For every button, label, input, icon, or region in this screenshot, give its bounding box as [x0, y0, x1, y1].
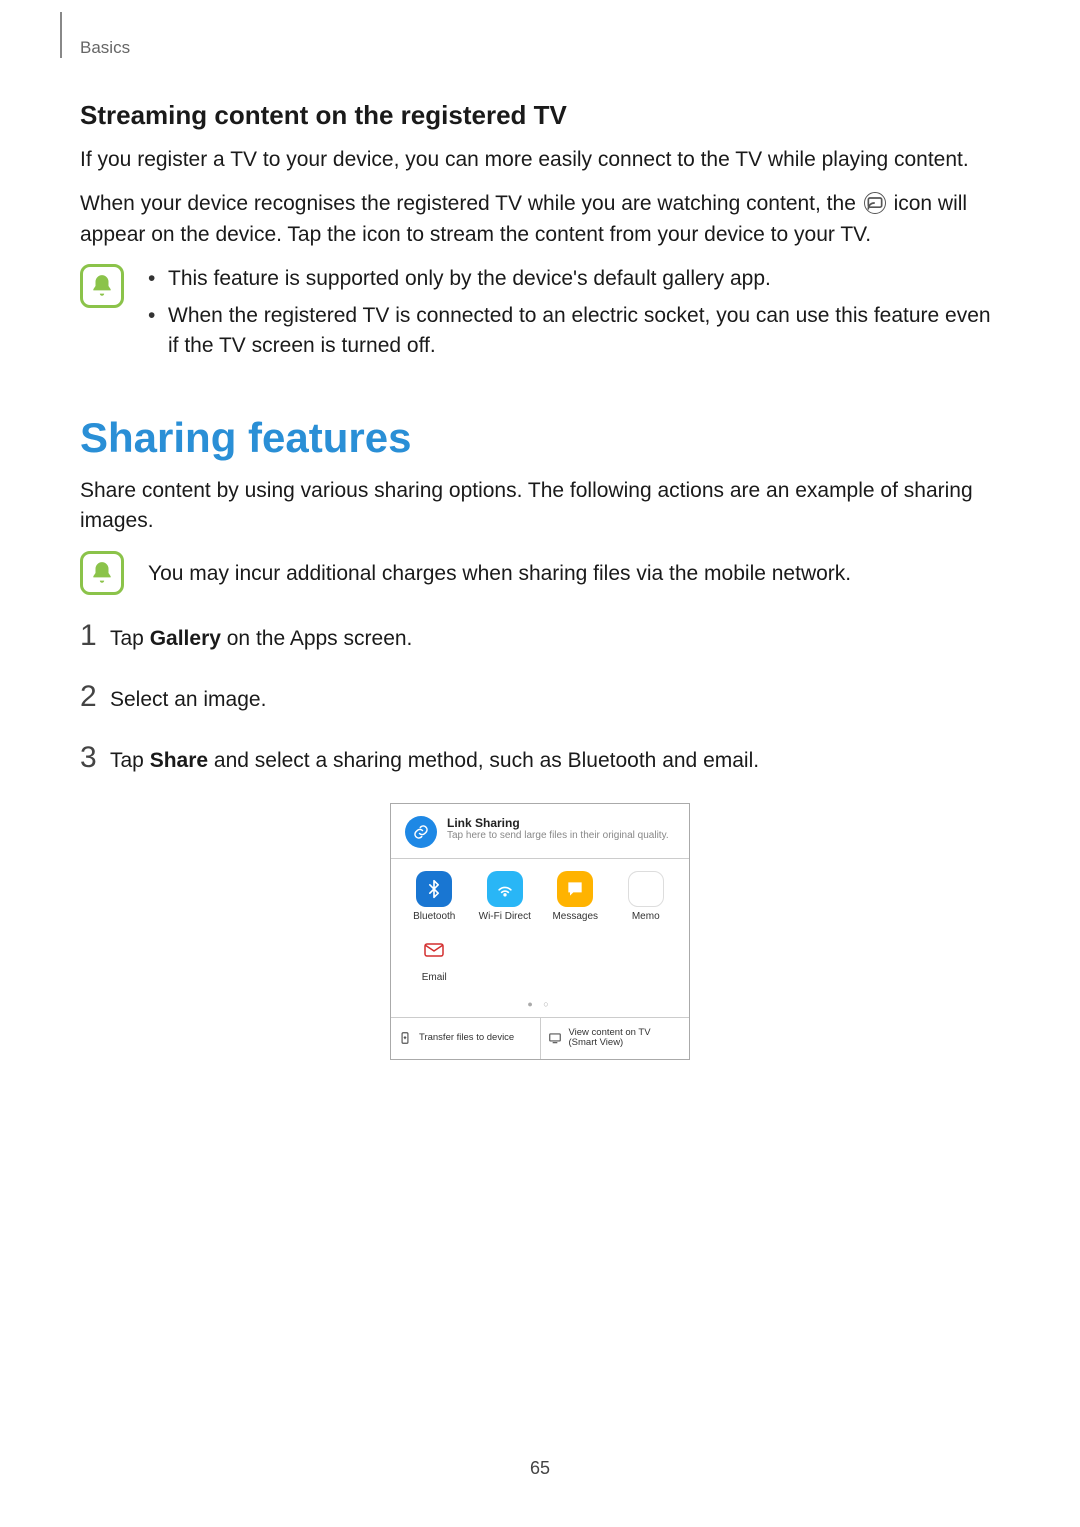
- step-2: 2 Select an image.: [80, 680, 1000, 715]
- share-grid: Bluetooth Wi-Fi Direct Messages Memo: [391, 859, 689, 997]
- email-icon: [416, 932, 452, 968]
- link-sharing-title: Link Sharing: [447, 816, 669, 830]
- paragraph-register-tv: If you register a TV to your device, you…: [80, 145, 1000, 175]
- step-number: 1: [80, 619, 110, 653]
- share-option-memo[interactable]: Memo: [611, 871, 682, 922]
- note-block-gallery: This feature is supported only by the de…: [80, 264, 1000, 367]
- smart-view-button[interactable]: View content on TV (Smart View): [540, 1018, 690, 1059]
- note-item-socket: When the registered TV is connected to a…: [148, 301, 1000, 362]
- share-bottom-row: Transfer files to device View content on…: [391, 1017, 689, 1059]
- share-label: Memo: [611, 911, 682, 922]
- step-3: 3 Tap Share and select a sharing method,…: [80, 741, 1000, 776]
- share-label: Email: [399, 972, 470, 983]
- step-3-pre: Tap: [110, 749, 150, 772]
- page-content: Basics Streaming content on the register…: [0, 0, 1080, 1060]
- share-label: Bluetooth: [399, 911, 470, 922]
- step-1-text: Tap Gallery on the Apps screen.: [110, 624, 412, 654]
- smart-view-label-2: (Smart View): [569, 1038, 651, 1048]
- step-1: 1 Tap Gallery on the Apps screen.: [80, 619, 1000, 654]
- transfer-files-button[interactable]: Transfer files to device: [391, 1018, 540, 1059]
- share-label: Messages: [540, 911, 611, 922]
- subheading-streaming: Streaming content on the registered TV: [80, 100, 1000, 131]
- note-block-charges: You may incur additional charges when sh…: [80, 551, 1000, 595]
- paragraph-icon-appear: When your device recognises the register…: [80, 189, 1000, 250]
- share-link-sharing-row[interactable]: Link Sharing Tap here to send large file…: [391, 804, 689, 859]
- steps-list: 1 Tap Gallery on the Apps screen. 2 Sele…: [80, 619, 1000, 777]
- breadcrumb: Basics: [80, 38, 1000, 58]
- memo-icon: [628, 871, 664, 907]
- cast-icon: [864, 192, 886, 214]
- step-1-bold: Gallery: [150, 627, 221, 650]
- share-option-email[interactable]: Email: [399, 932, 470, 983]
- share-option-messages[interactable]: Messages: [540, 871, 611, 922]
- step-number: 2: [80, 680, 110, 714]
- tv-icon: [547, 1031, 563, 1045]
- heading-sharing-features: Sharing features: [80, 414, 1000, 462]
- share-label: Wi-Fi Direct: [470, 911, 541, 922]
- wifi-icon: [487, 871, 523, 907]
- share-option-bluetooth[interactable]: Bluetooth: [399, 871, 470, 922]
- paragraph-sharing-intro: Share content by using various sharing o…: [80, 476, 1000, 537]
- page-number: 65: [0, 1458, 1080, 1479]
- link-sharing-sub: Tap here to send large files in their or…: [447, 830, 669, 842]
- device-icon: [397, 1031, 413, 1045]
- link-icon: [405, 816, 437, 848]
- share-option-wifi-direct[interactable]: Wi-Fi Direct: [470, 871, 541, 922]
- step-number: 3: [80, 741, 110, 775]
- header-divider: [60, 12, 62, 58]
- page-dots: ● ○: [391, 997, 689, 1017]
- note-charges: You may incur additional charges when sh…: [148, 551, 1000, 589]
- note-item-gallery: This feature is supported only by the de…: [148, 264, 1000, 294]
- share-panel-figure: Link Sharing Tap here to send large file…: [390, 803, 690, 1060]
- step-2-text: Select an image.: [110, 685, 266, 715]
- bell-icon: [80, 551, 124, 595]
- note-list: This feature is supported only by the de…: [148, 264, 1000, 367]
- transfer-files-label: Transfer files to device: [419, 1033, 514, 1043]
- step-1-post: on the Apps screen.: [221, 627, 412, 650]
- messages-icon: [557, 871, 593, 907]
- step-2-pre: Select an image.: [110, 688, 266, 711]
- step-1-pre: Tap: [110, 627, 150, 650]
- step-3-text: Tap Share and select a sharing method, s…: [110, 746, 759, 776]
- paragraph-icon-appear-pre: When your device recognises the register…: [80, 192, 862, 215]
- bluetooth-icon: [416, 871, 452, 907]
- step-3-bold: Share: [150, 749, 208, 772]
- bell-icon: [80, 264, 124, 308]
- step-3-post: and select a sharing method, such as Blu…: [208, 749, 759, 772]
